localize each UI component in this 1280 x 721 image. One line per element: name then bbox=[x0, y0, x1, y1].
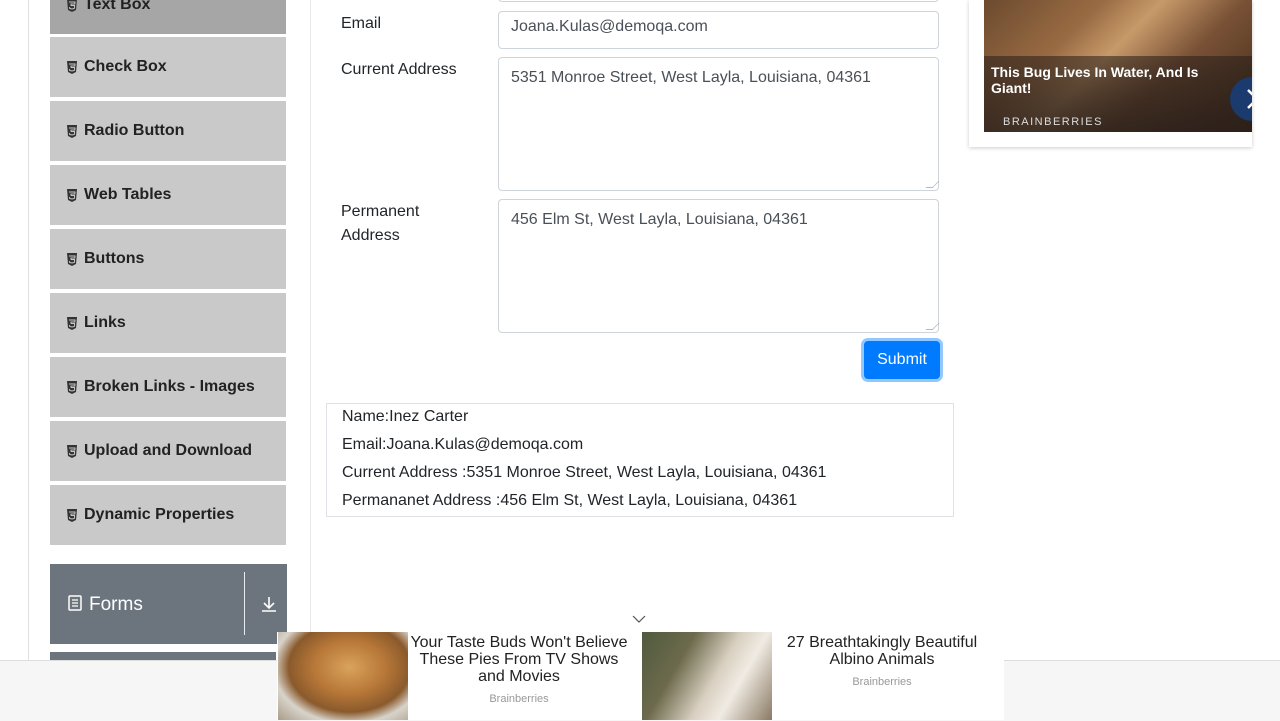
sidebar-item-label: Broken Links - Images bbox=[84, 378, 255, 395]
sidebar-item-links[interactable]: Links bbox=[50, 293, 286, 355]
permanent-address-label-line1: Permanent bbox=[341, 203, 420, 220]
chevron-down-icon[interactable] bbox=[631, 612, 647, 630]
html5-icon bbox=[66, 380, 78, 394]
html5-icon bbox=[66, 188, 78, 202]
left-page-border bbox=[28, 0, 29, 720]
output-name: Name:Inez Carter bbox=[342, 408, 469, 425]
sidebar-item-label: Links bbox=[84, 314, 126, 331]
resize-grip-icon[interactable] bbox=[925, 323, 940, 330]
html5-icon bbox=[66, 508, 78, 522]
group-header-forms[interactable]: Forms bbox=[50, 564, 287, 644]
html5-icon bbox=[66, 0, 78, 12]
resize-grip-icon[interactable] bbox=[925, 181, 940, 188]
name-field-bottom-edge[interactable] bbox=[498, 0, 939, 2]
sidebar-item-label: Dynamic Properties bbox=[84, 506, 235, 523]
permanent-address-label-line2: Address bbox=[341, 227, 400, 244]
html5-icon bbox=[66, 60, 78, 74]
ad-brand: BRAINBERRIES bbox=[1003, 116, 1103, 128]
chevron-right-icon bbox=[1247, 89, 1252, 109]
ad-item2-title[interactable]: 27 Breathtakingly Beautiful Albino Anima… bbox=[772, 634, 992, 668]
current-address-value: 5351 Monroe Street, West Layla, Louisian… bbox=[511, 69, 871, 86]
output-permanent-address: Permananet Address :456 Elm St, West Lay… bbox=[342, 492, 798, 509]
sidebar-item-broken-links[interactable]: Broken Links - Images bbox=[50, 357, 286, 419]
html5-icon bbox=[66, 444, 78, 458]
sidebar-item-label: Radio Button bbox=[84, 122, 185, 139]
email-field[interactable]: Joana.Kulas@demoqa.com bbox=[498, 11, 939, 49]
current-address-label: Current Address bbox=[341, 61, 457, 78]
ad-item1-title[interactable]: Your Taste Buds Won't Believe These Pies… bbox=[408, 634, 630, 685]
sidebar-item-check-box[interactable]: Check Box bbox=[50, 37, 286, 99]
sidebar-item-label: Web Tables bbox=[84, 186, 172, 203]
sidebar-item-upload-download[interactable]: Upload and Download bbox=[50, 421, 286, 483]
sidebar-item-text-box[interactable]: Text Box bbox=[50, 0, 286, 36]
side-ad-card[interactable]: This Bug Lives In Water, And Is Giant! B… bbox=[969, 0, 1252, 147]
ad-headline[interactable]: This Bug Lives In Water, And Is Giant! bbox=[991, 64, 1221, 96]
sidebar-item-label: Upload and Download bbox=[84, 442, 252, 459]
permanent-address-field[interactable]: 456 Elm St, West Layla, Louisiana, 04361 bbox=[498, 199, 940, 333]
ad-pie-image[interactable] bbox=[278, 632, 408, 720]
column-divider bbox=[310, 0, 311, 720]
current-address-field[interactable]: 5351 Monroe Street, West Layla, Louisian… bbox=[498, 57, 940, 191]
sidebar-item-radio-button[interactable]: Radio Button bbox=[50, 101, 286, 163]
ad-item2-source: Brainberries bbox=[852, 676, 912, 688]
group-separator bbox=[244, 572, 245, 635]
ad-item1-source: Brainberries bbox=[489, 693, 549, 705]
document-icon bbox=[68, 595, 82, 616]
sidebar-item-label: Text Box bbox=[84, 0, 151, 13]
html5-icon bbox=[66, 124, 78, 138]
html5-icon bbox=[66, 316, 78, 330]
sidebar-item-web-tables[interactable]: Web Tables bbox=[50, 165, 286, 227]
html5-icon bbox=[66, 252, 78, 266]
output-current-address: Current Address :5351 Monroe Street, Wes… bbox=[342, 464, 827, 481]
sidebar-item-label: Check Box bbox=[84, 58, 167, 75]
sidebar-item-label: Buttons bbox=[84, 250, 145, 267]
email-label: Email bbox=[341, 15, 382, 32]
sidebar-item-dynamic-properties[interactable]: Dynamic Properties bbox=[50, 485, 286, 547]
sidebar-item-buttons[interactable]: Buttons bbox=[50, 229, 286, 291]
group-title: Forms bbox=[89, 594, 143, 615]
output-email: Email:Joana.Kulas@demoqa.com bbox=[342, 436, 584, 453]
permanent-address-label: Permanent Address bbox=[341, 200, 419, 248]
output-box: Name:Inez Carter Email:Joana.Kulas@demoq… bbox=[326, 403, 954, 517]
ad-albino-image[interactable] bbox=[642, 632, 772, 720]
permanent-address-value: 456 Elm St, West Layla, Louisiana, 04361 bbox=[511, 211, 808, 228]
submit-button[interactable]: Submit bbox=[864, 341, 940, 379]
download-arrow-icon[interactable] bbox=[260, 595, 278, 618]
bottom-ad: Your Taste Buds Won't Believe These Pies… bbox=[277, 632, 1004, 720]
